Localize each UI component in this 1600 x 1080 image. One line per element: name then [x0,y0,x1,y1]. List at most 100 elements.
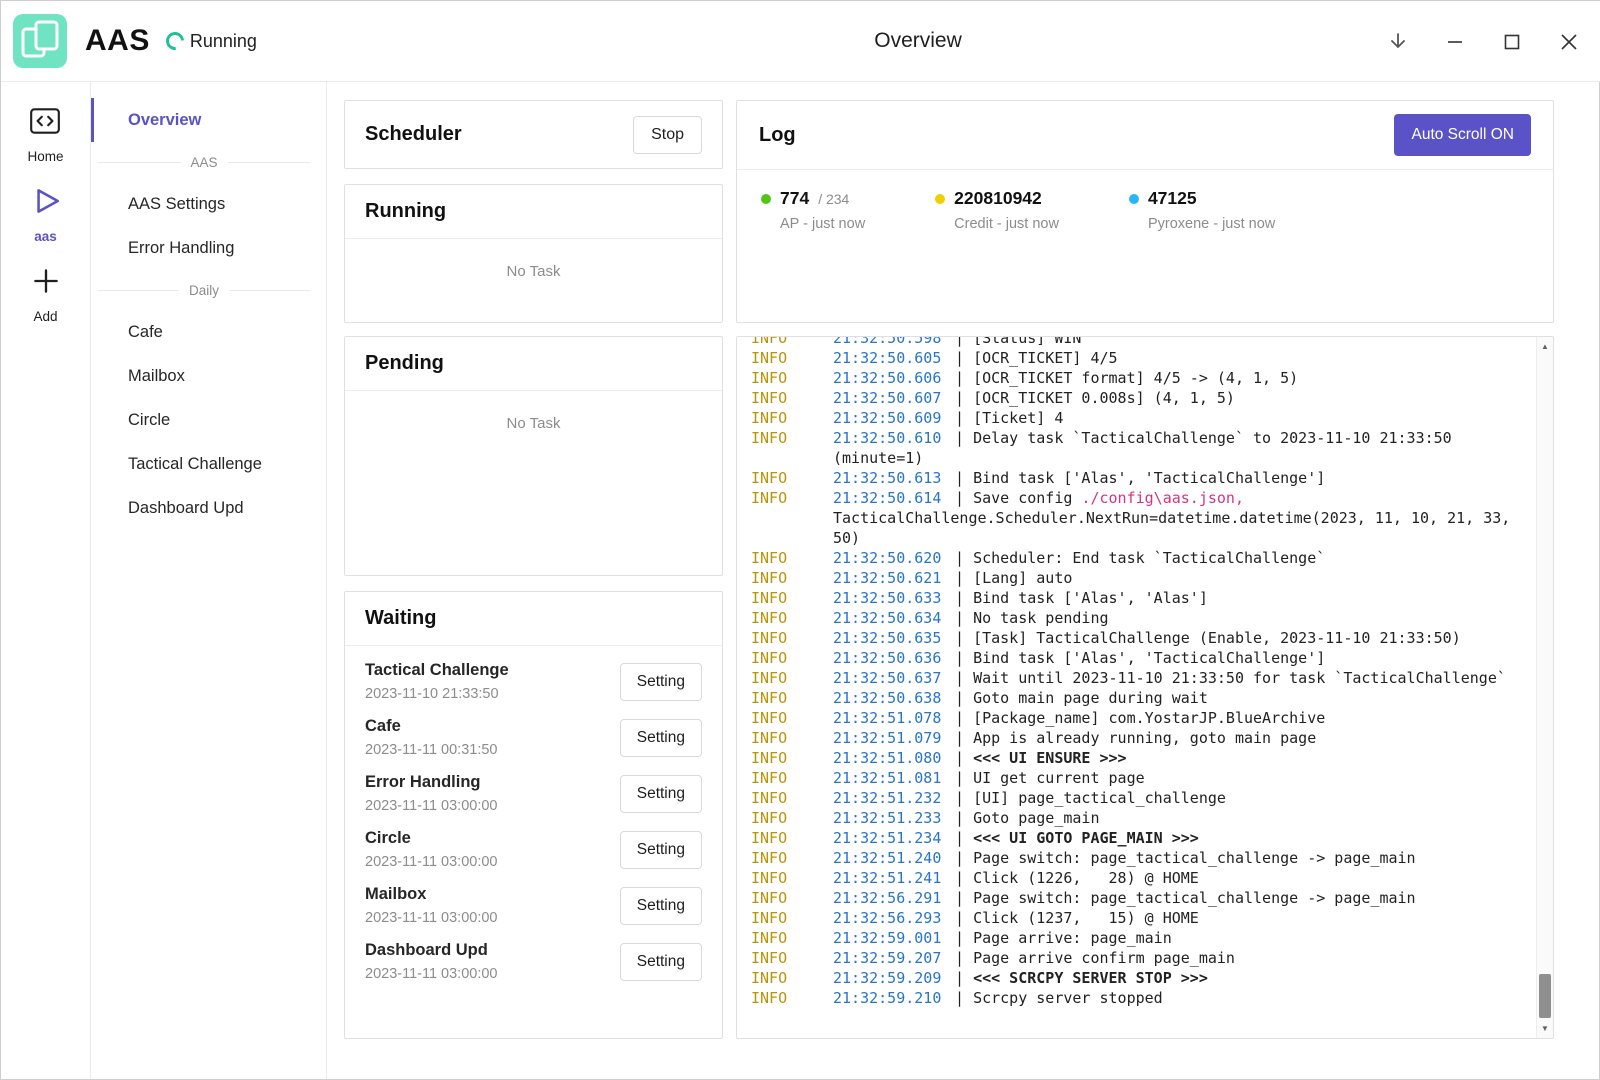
log-message-segment: [Task] TacticalChallenge (Enable, 2023-1… [973,629,1461,647]
log-line: INFO21:32:59.001| Page arrive: page_main [751,928,1523,948]
log-message-segment: Page arrive: page_main [973,929,1172,947]
log-card: Log Auto Scroll ON 774/ 234AP - just now… [736,100,1554,323]
scrollbar-thumb[interactable] [1539,974,1551,1018]
rail-item-home[interactable]: Home [27,104,63,164]
sidebar-divider-daily: Daily [98,270,310,310]
log-separator: | [955,609,973,627]
log-separator: | [955,749,973,767]
log-message-segment: [Ticket] 4 [973,409,1063,427]
sidebar-item-dashboard-upd[interactable]: Dashboard Upd [91,486,326,530]
log-level: INFO [751,768,833,788]
log-message-segment: [Status] WIN [973,336,1081,347]
rail-item-aas[interactable]: aas [29,184,63,244]
nav-sidebar: OverviewAASAAS SettingsError HandlingDai… [91,82,327,1079]
sidebar-item-error-handling[interactable]: Error Handling [91,226,326,270]
log-separator: | [955,336,973,347]
stat-block: 220810942Credit - just now [935,188,1059,232]
sidebar-item-cafe[interactable]: Cafe [91,310,326,354]
log-separator: | [955,969,973,987]
run-status: Running [166,31,257,52]
waiting-task-time: 2023-11-10 21:33:50 [365,686,509,702]
log-line: INFO21:32:50.635| [Task] TacticalChallen… [751,628,1523,648]
sidebar-item-tactical-challenge[interactable]: Tactical Challenge [91,442,326,486]
log-separator: | [955,709,973,727]
waiting-card: Waiting Tactical Challenge2023-11-10 21:… [344,591,723,1039]
waiting-task-row: Dashboard Upd2023-11-11 03:00:00Setting [365,941,702,982]
stat-block: 774 / 234 AP - just now [761,188,865,232]
waiting-task-info: Tactical Challenge 2023-11-10 21:33:50 [365,661,509,702]
log-line: INFO21:32:50.634| No task pending [751,608,1523,628]
log-message-segment: Page arrive confirm page_main [973,949,1235,967]
play-icon [29,184,63,223]
setting-button[interactable]: Setting [620,887,702,925]
log-line: INFO21:32:51.081| UI get current page [751,768,1523,788]
pending-title: Pending [365,352,444,375]
log-separator: | [955,429,973,447]
log-level: INFO [751,888,833,908]
log-separator: | [955,829,973,847]
stat-label: AP - just now [780,216,865,232]
log-level: INFO [751,988,833,1008]
sidebar-item-aas-settings[interactable]: AAS Settings [91,182,326,226]
sidebar-item-mailbox[interactable]: Mailbox [91,354,326,398]
setting-button[interactable]: Setting [620,775,702,813]
home-code-icon [28,104,62,143]
sidebar-item-overview[interactable]: Overview [91,98,326,142]
stat-top: 774 / 234 [761,188,865,209]
setting-button[interactable]: Setting [620,719,702,757]
log-scrollbar[interactable]: ▲ ▼ [1536,337,1553,1038]
log-time: 21:32:59.001 [833,928,955,948]
log-time: 21:32:50.620 [833,548,955,568]
sidebar-item-circle[interactable]: Circle [91,398,326,442]
log-message-segment: [OCR_TICKET] 4/5 [973,349,1118,367]
log-level: INFO [751,648,833,668]
auto-scroll-button[interactable]: Auto Scroll ON [1394,114,1531,156]
log-line: INFO21:32:51.240| Page switch: page_tact… [751,848,1523,868]
scheduler-title: Scheduler [365,123,462,146]
log-separator: | [955,629,973,647]
download-update-icon[interactable] [1386,30,1410,54]
log-level: INFO [751,848,833,868]
stat-dot-icon [761,194,771,204]
scheduler-card: Scheduler Stop [344,100,723,169]
log-time: 21:32:50.634 [833,608,955,628]
log-level: INFO [751,548,833,568]
log-message-segment: Goto page_main [973,809,1099,827]
scrollbar-down-arrow-icon[interactable]: ▼ [1537,1020,1553,1037]
running-empty-text: No Task [345,239,722,280]
waiting-task-name: Tactical Challenge [365,661,509,680]
close-icon[interactable] [1557,30,1581,54]
stat-value: 774 [780,188,809,209]
log-time: 21:32:50.638 [833,688,955,708]
app-window: { "theme": { "accent": "#5a52c7", "log_i… [0,0,1600,1080]
log-output-card[interactable]: INFO21:32:50.598| [Status] WININFO21:32:… [736,336,1554,1039]
log-time: 21:32:51.232 [833,788,955,808]
maximize-icon[interactable] [1500,30,1524,54]
log-line: INFO21:32:56.291| Page switch: page_tact… [751,888,1523,908]
rail-label-aas: aas [34,229,57,244]
setting-button[interactable]: Setting [620,831,702,869]
log-message-segment: No task pending [973,609,1108,627]
rail-item-add[interactable]: Add [29,264,63,324]
stat-suffix: / 234 [818,191,849,207]
log-lines: INFO21:32:50.598| [Status] WININFO21:32:… [737,336,1553,1008]
waiting-task-info: Cafe2023-11-11 00:31:50 [365,717,498,758]
stop-button[interactable]: Stop [633,116,702,154]
pending-empty-text: No Task [345,391,722,432]
log-line: INFO21:32:51.234| <<< UI GOTO PAGE_MAIN … [751,828,1523,848]
log-message-segment: Bind task ['Alas', 'Alas'] [973,589,1208,607]
log-separator: | [955,889,973,907]
log-time: 21:32:50.614 [833,488,955,508]
minimize-icon[interactable] [1443,30,1467,54]
log-line: INFO21:32:50.620| Scheduler: End task `T… [751,548,1523,568]
log-time: 21:32:50.605 [833,348,955,368]
log-time: 21:32:51.233 [833,808,955,828]
scrollbar-up-arrow-icon[interactable]: ▲ [1537,338,1553,355]
setting-button[interactable]: Setting [620,943,702,981]
log-separator: | [955,389,973,407]
setting-button[interactable]: Setting [620,663,702,701]
waiting-task-name: Circle [365,829,498,848]
log-time: 21:32:50.609 [833,408,955,428]
running-status-label: Running [190,31,257,52]
log-time: 21:32:51.078 [833,708,955,728]
